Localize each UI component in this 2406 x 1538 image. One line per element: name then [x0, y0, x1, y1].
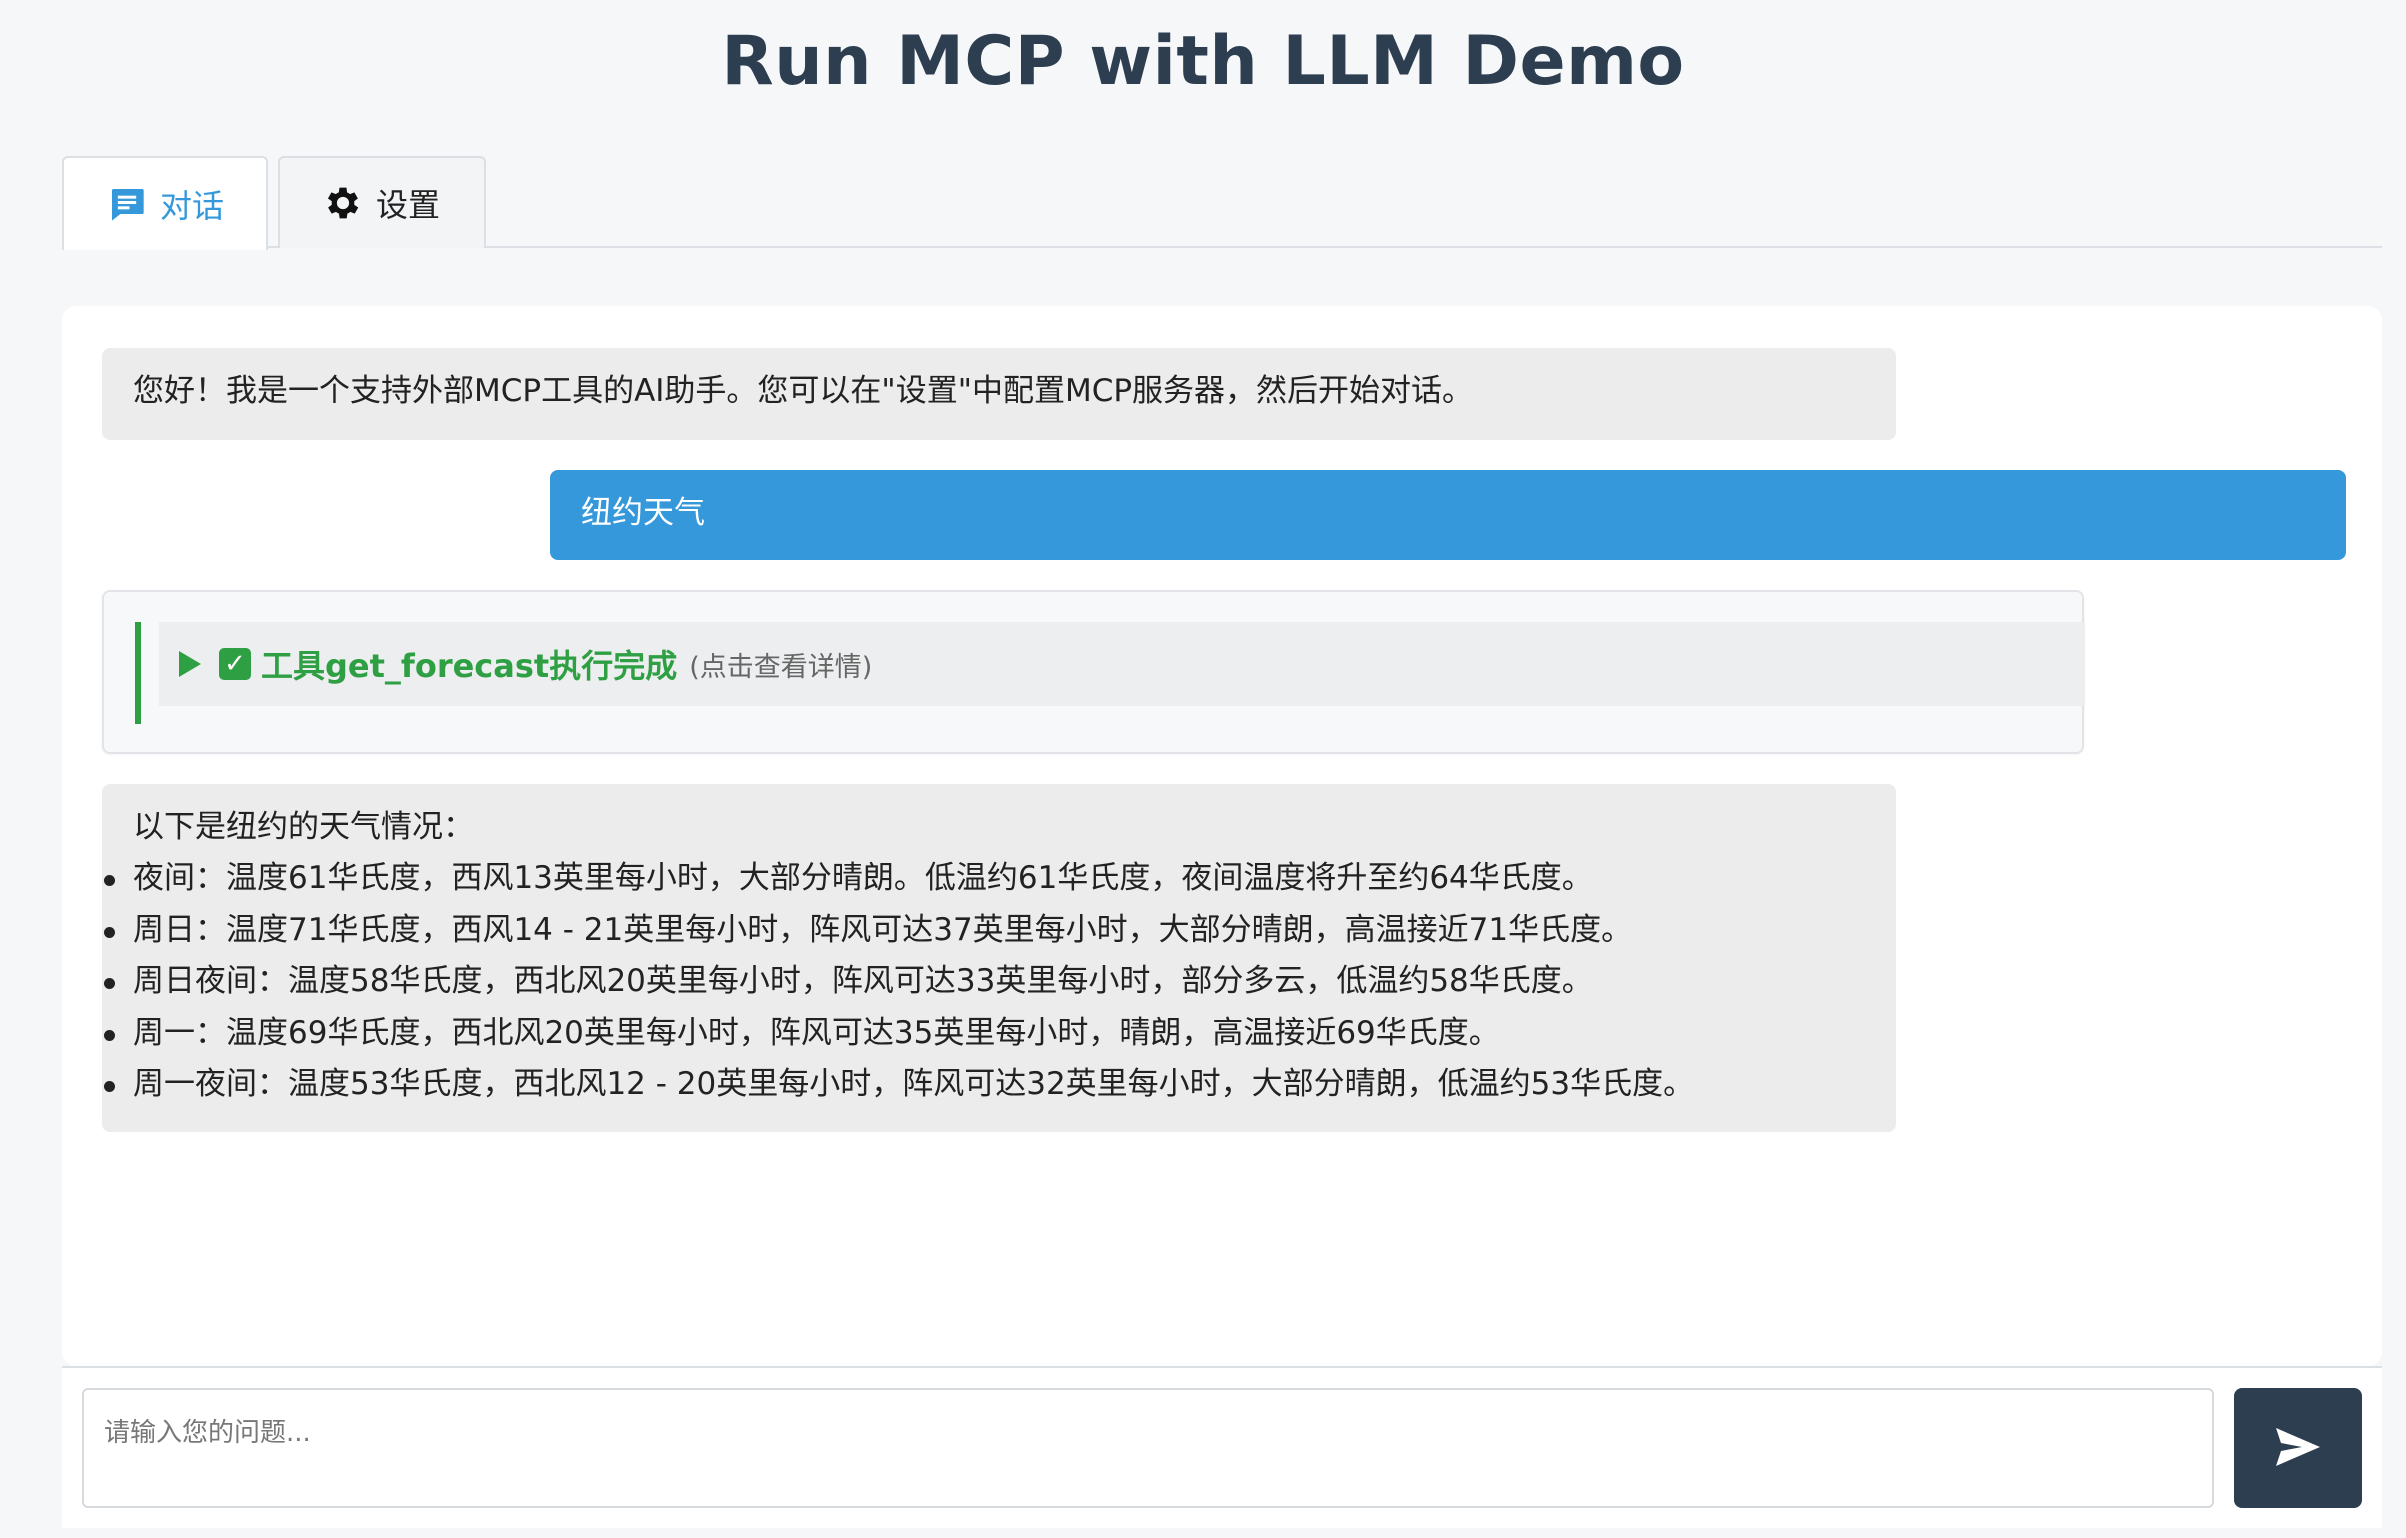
tab-chat[interactable]: 对话 — [62, 156, 268, 250]
tab-bar: 对话 设置 — [62, 156, 2382, 250]
list-item: 夜间：温度61华氏度，西风13英里每小时，大部分晴朗。低温约61华氏度，夜间温度… — [104, 853, 1865, 905]
list-item: 周日夜间：温度58华氏度，西北风20英里每小时，阵风可达33英里每小时，部分多云… — [104, 956, 1865, 1008]
chat-icon — [106, 183, 148, 225]
send-button[interactable] — [2234, 1388, 2362, 1508]
send-icon — [2274, 1426, 2322, 1471]
composer — [62, 1366, 2382, 1528]
message-input[interactable] — [82, 1388, 2214, 1508]
tool-call-summary: ✓ 工具get_forecast执行完成 (点击查看详情) — [135, 622, 2085, 724]
user-message: 纽约天气 — [550, 470, 2346, 560]
assistant-reply: 以下是纽约的天气情况： 夜间：温度61华氏度，西风13英里每小时，大部分晴朗。低… — [102, 784, 1896, 1132]
chat-panel: 您好！我是一个支持外部MCP工具的AI助手。您可以在"设置"中配置MCP服务器，… — [62, 306, 2382, 1366]
list-item: 周日：温度71华氏度，西风14 - 21英里每小时，阵风可达37英里每小时，大部… — [104, 905, 1865, 957]
expand-triangle-icon[interactable] — [179, 651, 201, 677]
page-title: Run MCP with LLM Demo — [721, 22, 1685, 101]
list-item: 周一夜间：温度53华氏度，西北风12 - 20英里每小时，阵风可达32英里每小时… — [104, 1059, 1865, 1111]
tool-call-card: ✓ 工具get_forecast执行完成 (点击查看详情) — [102, 590, 2085, 754]
tab-settings[interactable]: 设置 — [278, 156, 486, 248]
check-icon: ✓ — [219, 648, 251, 680]
tab-settings-label: 设置 — [376, 186, 441, 224]
tool-call-toggle[interactable]: ✓ 工具get_forecast执行完成 (点击查看详情) — [159, 622, 2085, 706]
reply-intro: 以下是纽约的天气情况： — [133, 809, 474, 845]
list-item: 周一：温度69华氏度，西北风20英里每小时，阵风可达35英里每小时，晴朗，高温接… — [104, 1008, 1865, 1060]
tab-chat-label: 对话 — [160, 187, 225, 225]
tool-call-hint: (点击查看详情) — [689, 651, 873, 683]
tool-call-title: 工具get_forecast执行完成 — [261, 647, 678, 685]
gear-icon — [322, 182, 364, 224]
assistant-message: 您好！我是一个支持外部MCP工具的AI助手。您可以在"设置"中配置MCP服务器，… — [102, 348, 1896, 440]
forecast-list: 夜间：温度61华氏度，西风13英里每小时，大部分晴朗。低温约61华氏度，夜间温度… — [104, 853, 1865, 1111]
